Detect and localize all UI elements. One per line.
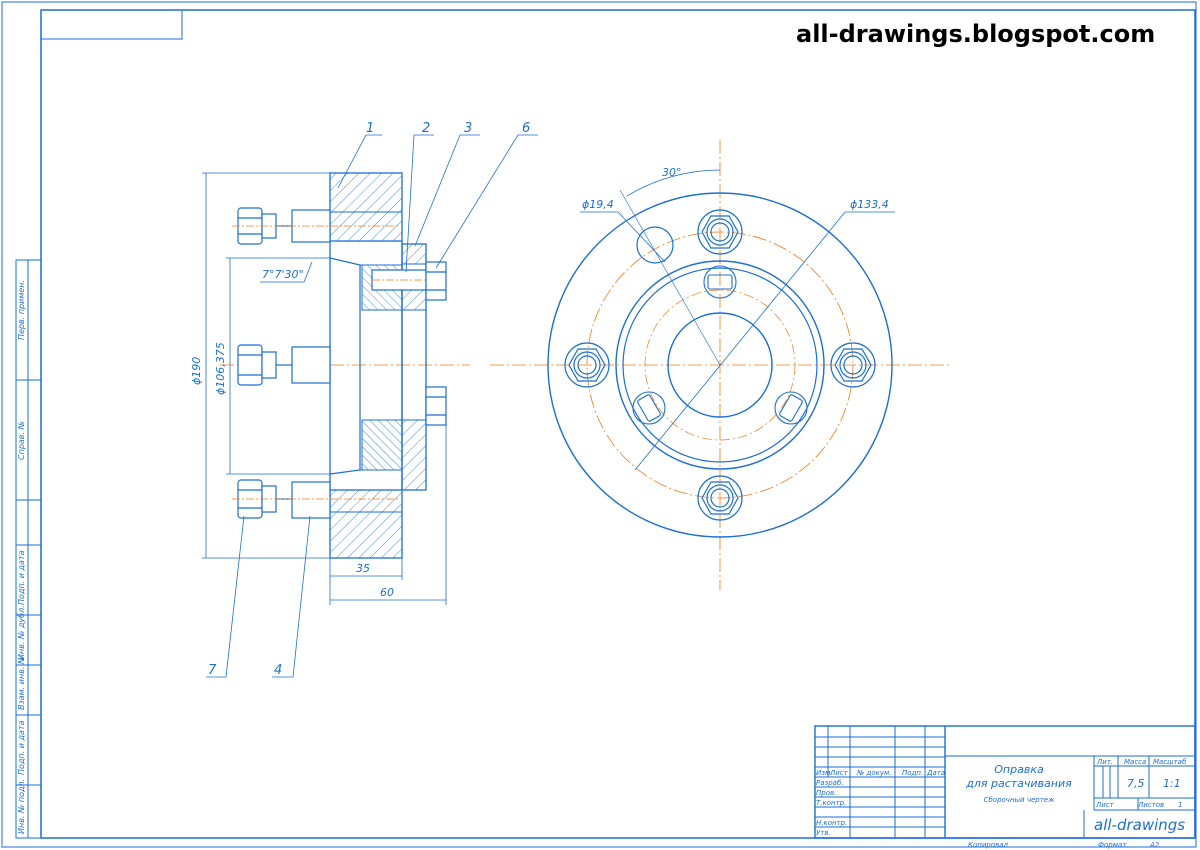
format-value: А2 (1149, 841, 1160, 849)
copied-label: Копировал (968, 841, 1009, 849)
sheet-label: Лист (1095, 801, 1115, 809)
format-label: Формат (1098, 841, 1127, 849)
drawing-title-line2: для растачивания (965, 777, 1072, 790)
doc-type: Сборочный чертеж (984, 796, 1055, 804)
callout-2: 2 (422, 121, 430, 136)
side-margin-labels: Перв. примен. Справ. № Подп. и дата Инв.… (17, 280, 26, 834)
side-label: Перв. примен. (17, 280, 26, 340)
sheets-label: Листов (1137, 801, 1164, 809)
callout-1: 1 (366, 121, 374, 136)
mass-label: Масса (1124, 758, 1146, 766)
sheet-frame (1, 1, 1197, 848)
company-name: all-drawings (1094, 816, 1185, 834)
scale-label: Масштаб (1153, 758, 1187, 766)
dim-width-60: 60 (380, 586, 394, 599)
row-nkontr: Н.контр. (816, 819, 847, 827)
col-sign: Подп. (902, 769, 923, 777)
row-prov: Пров. (816, 789, 836, 797)
callout-6: 6 (522, 121, 530, 136)
side-label: Справ. № (17, 421, 26, 460)
row-utv: Утв. (816, 829, 831, 837)
mass-value: 7,5 (1127, 777, 1145, 790)
side-label: Инв. № дубл. (17, 605, 26, 660)
dim-hole-diameter: ϕ19,4 (582, 198, 614, 211)
col-date: Дата (926, 769, 945, 777)
dim-pitch-diameter: ϕ133,4 (850, 198, 889, 211)
col-list: Лист (829, 769, 849, 777)
row-tkontr: Т.контр. (816, 799, 846, 807)
side-label: Подп. и дата (17, 550, 26, 605)
callout-7: 7 (208, 663, 217, 678)
callout-4: 4 (274, 663, 282, 678)
scale-value: 1:1 (1163, 777, 1181, 790)
dim-width-35: 35 (356, 562, 370, 575)
front-view: 30° ϕ19,4 ϕ133,4 (490, 140, 950, 590)
dim-diameter-106: ϕ106,375 (214, 342, 227, 395)
section-view: ϕ190 ϕ106,375 35 60 7°7'30" 1 2 3 6 7 4 (190, 121, 538, 678)
side-label: Взам. инв. № (17, 656, 26, 710)
drawing-title-line1: Оправка (994, 763, 1044, 776)
side-label: Подп. и дата (17, 720, 26, 775)
row-razrab: Разраб. (816, 779, 844, 787)
dim-diameter-190: ϕ190 (190, 357, 203, 385)
dim-taper-angle: 7°7'30" (262, 268, 304, 281)
sheets-value: 1 (1178, 801, 1182, 809)
col-docnum: № докум. (856, 769, 892, 777)
dim-angle-30: 30° (662, 166, 682, 179)
side-label: Инв. № подл. (17, 779, 26, 834)
below-frame-text: Копировал Формат А2 (968, 841, 1160, 849)
drawing-page: { "watermark": "all-drawings.blogspot.co… (0, 0, 1200, 850)
lit-label: Лит. (1096, 758, 1113, 766)
callout-3: 3 (464, 121, 472, 136)
technical-drawing: Перв. примен. Справ. № Подп. и дата Инв.… (1, 1, 1197, 849)
